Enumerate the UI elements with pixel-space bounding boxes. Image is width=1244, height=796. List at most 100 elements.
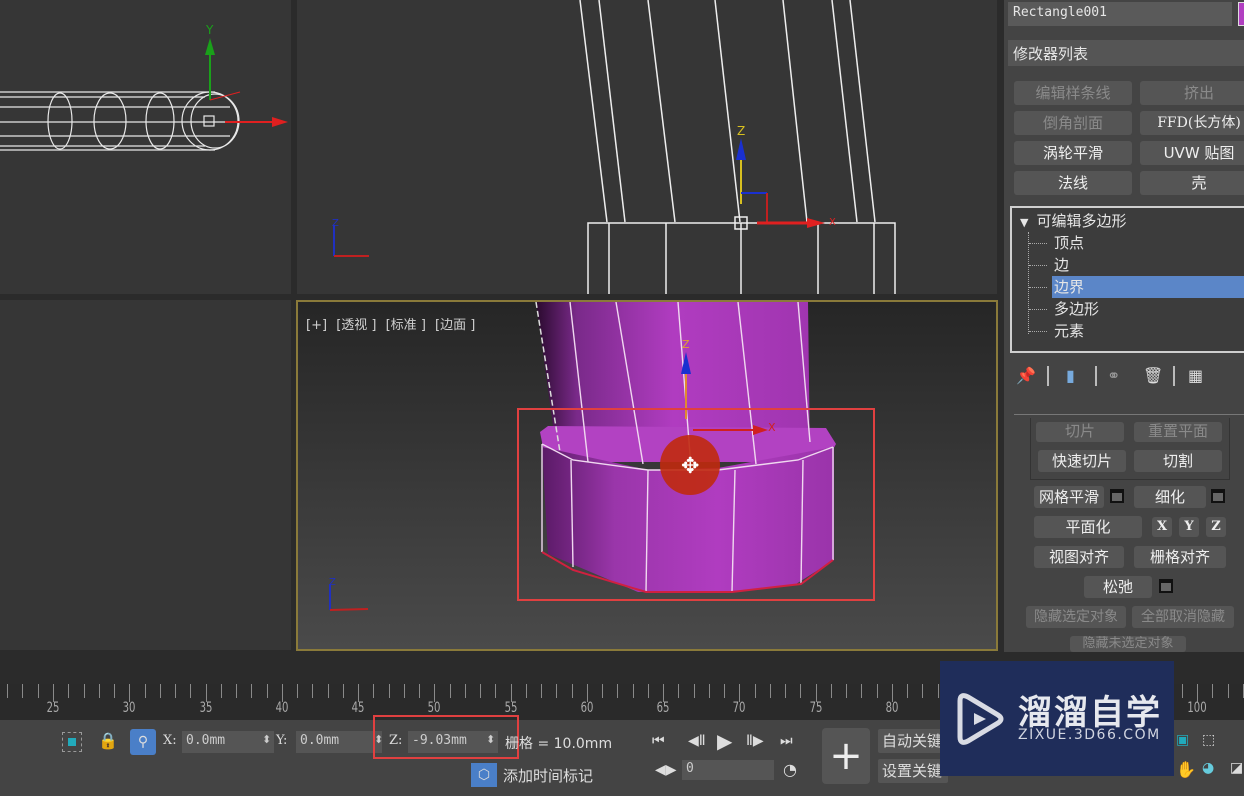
- tessellate-settings-icon[interactable]: [1211, 489, 1225, 503]
- set-key-big-button[interactable]: +: [822, 728, 870, 784]
- timeline-tick: [937, 684, 939, 698]
- expand-triangle-icon[interactable]: ▼: [1020, 216, 1028, 229]
- stack-item-element[interactable]: 元素: [1052, 320, 1244, 342]
- planar-z-button[interactable]: Z: [1206, 517, 1226, 537]
- timeline-tick: [373, 684, 375, 698]
- show-end-result-icon[interactable]: ▮: [1066, 366, 1075, 385]
- timeline-tick: [480, 684, 482, 698]
- timeline-tick-label: 25: [46, 700, 60, 716]
- selection-lock-icon[interactable]: 🔒: [98, 731, 118, 750]
- play-icon[interactable]: ▶: [717, 729, 732, 753]
- pan-view-icon[interactable]: ✋: [1176, 760, 1196, 779]
- timeline-tick: [678, 684, 680, 698]
- time-tag-icon[interactable]: ⬡: [471, 763, 497, 787]
- timeline-tick: [1212, 684, 1214, 698]
- set-key-button[interactable]: 设置关键点: [878, 759, 948, 783]
- watermark-logo-icon: [957, 693, 1004, 745]
- current-frame-input[interactable]: 0: [682, 760, 774, 780]
- modifier-list-dropdown[interactable]: 修改器列表: [1008, 40, 1244, 66]
- viewport-top[interactable]: Y: [0, 0, 291, 294]
- pin-stack-icon[interactable]: 📌: [1016, 366, 1036, 385]
- timeline-tick: [800, 684, 802, 698]
- view-align-button[interactable]: 视图对齐: [1034, 546, 1124, 568]
- annotation-highlight-box: [517, 408, 875, 601]
- timeline-tick: [266, 684, 268, 698]
- absolute-relative-transform-icon[interactable]: ⚲: [130, 729, 156, 755]
- stack-root-editable-poly[interactable]: ▼ 可编辑多边形: [1020, 210, 1126, 232]
- modifier-ffd-box-button[interactable]: FFD(长方体): [1140, 111, 1244, 135]
- timeline-tick: [297, 684, 299, 698]
- stack-item-edge[interactable]: 边: [1052, 254, 1244, 276]
- grid-align-button[interactable]: 栅格对齐: [1134, 546, 1226, 568]
- next-frame-icon[interactable]: Ⅱ▶: [746, 733, 764, 749]
- meshsmooth-settings-icon[interactable]: [1110, 489, 1124, 503]
- timeline-tick: [7, 684, 9, 698]
- zoom-extents-all-icon[interactable]: ▣: [1176, 732, 1189, 748]
- timeline-tick: [251, 684, 253, 698]
- go-to-start-icon[interactable]: ⏮: [652, 733, 665, 749]
- timeline-tick-label: 30: [122, 700, 136, 716]
- meshsmooth-button[interactable]: 网格平滑: [1034, 486, 1104, 508]
- modifier-turbosmooth-button[interactable]: 涡轮平滑: [1014, 141, 1132, 165]
- hide-selected-button[interactable]: 隐藏选定对象: [1026, 606, 1126, 628]
- planar-y-button[interactable]: Y: [1179, 517, 1199, 537]
- reset-plane-button[interactable]: 重置平面: [1134, 422, 1222, 442]
- go-to-end-icon[interactable]: ⏭: [780, 733, 793, 749]
- timeline-tick: [632, 684, 634, 698]
- z-axis-gizmo: [736, 138, 746, 160]
- rollout-divider[interactable]: [1014, 414, 1244, 415]
- timeline-tick: [327, 684, 329, 698]
- viewport-front[interactable]: Z X Z: [297, 0, 997, 294]
- y-coordinate-input[interactable]: 0.0mm: [296, 731, 382, 753]
- modifier-extrude-button[interactable]: 挤出: [1140, 81, 1244, 105]
- key-mode-toggle-icon[interactable]: ◀▶: [655, 762, 677, 778]
- stack-item-polygon[interactable]: 多边形: [1052, 298, 1244, 320]
- modifier-shell-button[interactable]: 壳: [1140, 171, 1244, 195]
- remove-modifier-icon[interactable]: 🗑: [1143, 366, 1163, 385]
- orbit-icon[interactable]: ◕: [1202, 760, 1214, 776]
- stack-item-border[interactable]: 边界: [1052, 276, 1244, 298]
- x-coordinate-input[interactable]: 0.0mm: [182, 731, 274, 753]
- viewport-left[interactable]: [0, 300, 291, 650]
- timeline-tick: [571, 684, 573, 698]
- timeline-tick: [464, 684, 466, 698]
- time-configuration-icon[interactable]: ◔: [783, 760, 797, 779]
- zoom-extents-selected-icon[interactable]: ⬚: [1202, 732, 1215, 748]
- object-name-field[interactable]: Rectangle001: [1008, 2, 1232, 26]
- relax-button[interactable]: 松弛: [1084, 576, 1152, 598]
- modifier-normal-button[interactable]: 法线: [1014, 171, 1132, 195]
- object-color-swatch[interactable]: [1238, 2, 1244, 26]
- add-time-tag-button[interactable]: 添加时间标记: [503, 765, 593, 786]
- timeline-tick-label: 75: [809, 700, 823, 716]
- configure-modifier-sets-icon[interactable]: ▦: [1188, 366, 1203, 385]
- modifier-bevel-profile-button[interactable]: 倒角剖面: [1014, 111, 1132, 135]
- tessellate-button[interactable]: 细化: [1134, 486, 1206, 508]
- isolate-selection-icon[interactable]: [62, 732, 82, 752]
- timeline-tick: [724, 684, 726, 698]
- x-spinner-icon[interactable]: ⬍: [262, 733, 271, 746]
- timeline-tick: [190, 684, 192, 698]
- make-planar-button[interactable]: 平面化: [1034, 516, 1142, 538]
- timeline-tick: [830, 684, 832, 698]
- hide-unselected-button[interactable]: 隐藏未选定对象: [1070, 636, 1186, 652]
- timeline-tick: [342, 684, 344, 698]
- maximize-viewport-icon[interactable]: ◪: [1230, 760, 1243, 776]
- planar-x-button[interactable]: X: [1152, 517, 1172, 537]
- quick-slice-button[interactable]: 快速切片: [1038, 450, 1126, 472]
- svg-text:Z: Z: [332, 218, 339, 229]
- auto-key-button[interactable]: 自动关键点: [878, 729, 948, 753]
- modifier-edit-spline-button[interactable]: 编辑样条线: [1014, 81, 1132, 105]
- modifier-uvw-map-button[interactable]: UVW 贴图: [1140, 141, 1244, 165]
- timeline-tick: [1181, 684, 1183, 698]
- timeline-tick: [236, 684, 238, 698]
- unhide-all-button[interactable]: 全部取消隐藏: [1132, 606, 1234, 628]
- viewport-perspective[interactable]: [+] [透视 ] [标准 ] [边面 ] Z X ✥ Z: [296, 300, 998, 651]
- slice-plane-button[interactable]: 切片: [1036, 422, 1124, 442]
- previous-frame-icon[interactable]: ◀Ⅱ: [688, 733, 706, 749]
- cut-button[interactable]: 切割: [1134, 450, 1222, 472]
- make-unique-icon[interactable]: ⚭: [1107, 366, 1120, 385]
- timeline-tick: [541, 684, 543, 698]
- stack-item-vertex[interactable]: 顶点: [1052, 232, 1244, 254]
- timeline-tick: [98, 684, 100, 698]
- relax-settings-icon[interactable]: [1159, 579, 1173, 593]
